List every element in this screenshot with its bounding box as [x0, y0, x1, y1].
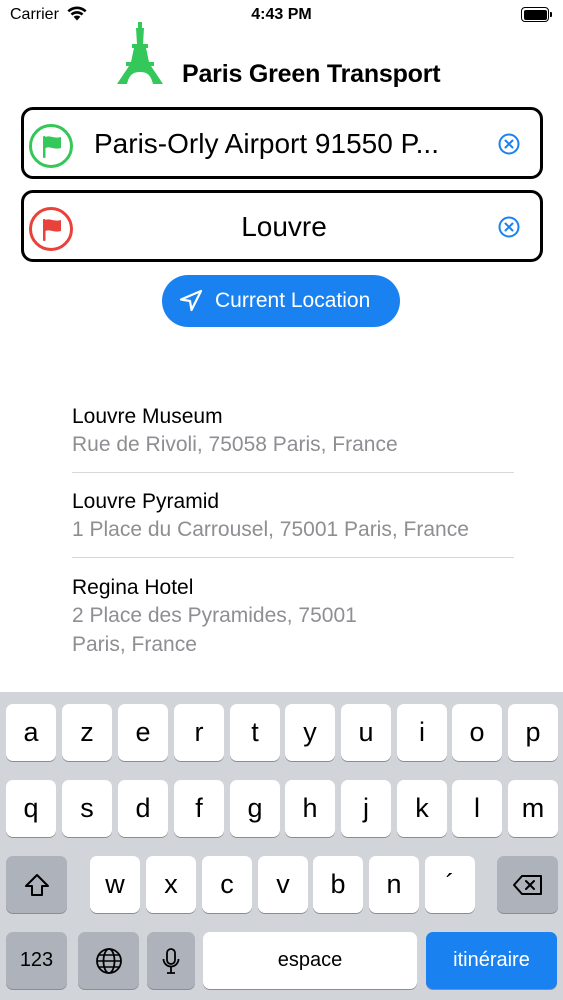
destination-input[interactable]: Louvre: [84, 211, 484, 243]
origin-input[interactable]: Paris-Orly Airport 91550 P...: [94, 128, 484, 160]
destination-flag-icon: [29, 207, 73, 251]
result-title: Louvre Museum: [72, 405, 223, 428]
key[interactable]: w: [90, 856, 140, 913]
destination-field[interactable]: Louvre: [21, 190, 543, 262]
key[interactable]: a: [6, 704, 56, 761]
shift-icon: [24, 873, 49, 896]
backspace-icon: [512, 874, 542, 895]
key[interactable]: m: [508, 780, 558, 837]
key[interactable]: j: [341, 780, 391, 837]
key[interactable]: g: [230, 780, 280, 837]
app-title: Paris Green Transport: [182, 60, 441, 88]
clear-destination-icon[interactable]: [498, 216, 520, 238]
key[interactable]: r: [174, 704, 224, 761]
key[interactable]: ´: [425, 856, 475, 913]
eiffel-tower-icon: [117, 22, 163, 84]
numbers-key[interactable]: 123: [6, 932, 67, 989]
key[interactable]: s: [62, 780, 112, 837]
result-title: Regina Hotel: [72, 576, 194, 599]
key[interactable]: u: [341, 704, 391, 761]
key[interactable]: t: [230, 704, 280, 761]
backspace-key[interactable]: [497, 856, 558, 913]
key[interactable]: x: [146, 856, 196, 913]
list-item[interactable]: Regina Hotel 2 Place des Pyramides, 7500…: [72, 575, 514, 659]
location-arrow-icon: [179, 289, 203, 312]
result-subtitle: Paris, France: [72, 633, 197, 656]
microphone-icon: [162, 947, 180, 974]
key[interactable]: h: [285, 780, 335, 837]
key[interactable]: f: [174, 780, 224, 837]
key[interactable]: d: [118, 780, 168, 837]
list-item[interactable]: Louvre Museum Rue de Rivoli, 75058 Paris…: [72, 404, 514, 459]
result-title: Louvre Pyramid: [72, 490, 220, 513]
divider: [72, 557, 514, 558]
key[interactable]: c: [202, 856, 252, 913]
key[interactable]: i: [397, 704, 447, 761]
globe-key[interactable]: [78, 932, 139, 989]
origin-flag-icon: [29, 124, 73, 168]
result-subtitle: 2 Place des Pyramides, 75001: [72, 604, 357, 627]
globe-icon: [95, 947, 122, 974]
keyboard: a z e r t y u i o p q s d f g h j k l m …: [0, 692, 563, 1000]
key[interactable]: z: [62, 704, 112, 761]
key[interactable]: y: [285, 704, 335, 761]
dictation-key[interactable]: [147, 932, 195, 989]
current-location-button[interactable]: Current Location: [162, 275, 400, 327]
key[interactable]: v: [258, 856, 308, 913]
result-subtitle: Rue de Rivoli, 75058 Paris, France: [72, 433, 398, 456]
space-key[interactable]: espace: [203, 932, 417, 989]
battery-icon: [521, 7, 553, 22]
key[interactable]: k: [397, 780, 447, 837]
key[interactable]: q: [6, 780, 56, 837]
key[interactable]: n: [369, 856, 419, 913]
shift-key[interactable]: [6, 856, 67, 913]
key[interactable]: l: [452, 780, 502, 837]
result-subtitle: 1 Place du Carrousel, 75001 Paris, Franc…: [72, 518, 469, 541]
divider: [72, 472, 514, 473]
key[interactable]: b: [313, 856, 363, 913]
itinerary-key[interactable]: itinéraire: [426, 932, 557, 989]
current-location-label: Current Location: [215, 289, 371, 312]
list-item[interactable]: Louvre Pyramid 1 Place du Carrousel, 750…: [72, 489, 514, 544]
key[interactable]: p: [508, 704, 558, 761]
origin-field[interactable]: Paris-Orly Airport 91550 P...: [21, 107, 543, 179]
key[interactable]: e: [118, 704, 168, 761]
clear-origin-icon[interactable]: [498, 133, 520, 155]
app-header: Paris Green Transport: [0, 22, 563, 92]
key[interactable]: o: [452, 704, 502, 761]
